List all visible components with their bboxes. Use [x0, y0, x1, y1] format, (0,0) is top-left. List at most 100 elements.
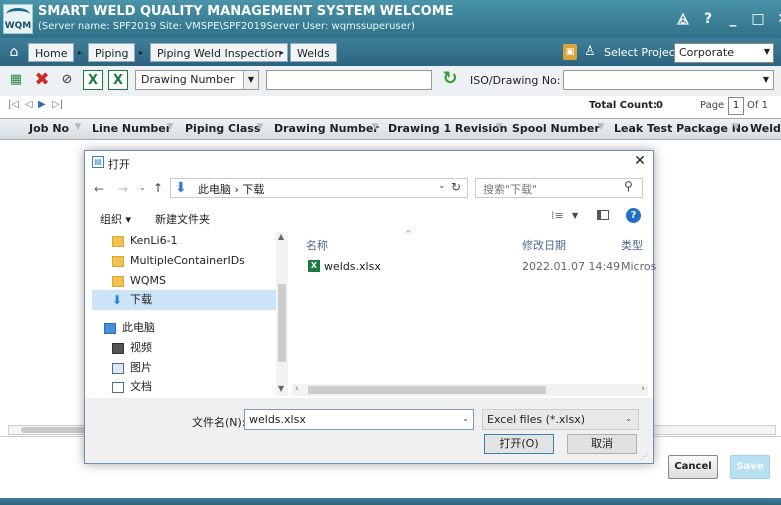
home-icon[interactable]: ⌂: [5, 44, 23, 60]
column-header[interactable]: Leak Test Package No: [614, 122, 749, 135]
file-list-scrollbar[interactable]: ‹ ›: [292, 384, 648, 396]
preview-pane-icon[interactable]: [597, 210, 609, 220]
refresh-icon[interactable]: ↻: [440, 69, 460, 89]
filter-icon[interactable]: ▼: [596, 122, 606, 132]
up-icon[interactable]: ↑: [153, 181, 163, 195]
filter-icon[interactable]: ▼: [494, 122, 504, 132]
next-page-icon[interactable]: ▶: [38, 99, 46, 110]
app-title-text: SMART WELD QUALITY MANAGEMENT SYSTEM: [38, 4, 376, 19]
column-header[interactable]: Piping Class: [185, 122, 260, 135]
chevron-down-icon[interactable]: ⌄: [438, 181, 446, 191]
column-header[interactable]: Drawing 1 Revision: [388, 122, 508, 135]
download-icon: ⬇: [175, 180, 187, 196]
refresh-icon[interactable]: ↻: [451, 180, 461, 194]
maximize-button[interactable]: □: [750, 11, 766, 27]
close-button[interactable]: ✕: [775, 11, 781, 27]
settings-icon[interactable]: [675, 11, 691, 27]
clear-filter-icon[interactable]: ⊘: [57, 70, 77, 90]
help-button[interactable]: ?: [700, 11, 716, 27]
save-button[interactable]: Save: [730, 455, 770, 479]
address-path[interactable]: 此电脑 › 下载: [198, 181, 264, 197]
chevron-down-icon[interactable]: ▼: [572, 211, 578, 220]
breadcrumb-home[interactable]: Home: [28, 43, 75, 62]
filter-icon[interactable]: ▼: [370, 122, 380, 132]
breadcrumb-piping[interactable]: Piping: [88, 43, 136, 62]
back-icon[interactable]: ←: [94, 182, 104, 196]
breadcrumb-separator: ▸: [280, 48, 285, 57]
page-number-input[interactable]: 1: [728, 97, 744, 115]
breadcrumb-welds[interactable]: Welds: [290, 43, 337, 62]
filetype-value: Excel files (*.xlsx): [487, 413, 586, 426]
new-folder-button[interactable]: 新建文件夹: [155, 211, 210, 227]
file-name[interactable]: welds.xlsx: [324, 260, 381, 273]
page-total: Of 1: [747, 100, 768, 111]
add-grid-icon[interactable]: ▦: [6, 70, 26, 90]
dialog-close-button[interactable]: ✕: [632, 153, 648, 169]
scrollbar-thumb[interactable]: [308, 386, 546, 394]
filename-label: 文件名(N):: [192, 416, 246, 429]
column-header-type[interactable]: 类型: [621, 237, 643, 253]
view-options-icon[interactable]: ⁞≡: [551, 209, 564, 222]
column-header[interactable]: Drawing Number: [274, 122, 379, 135]
filter-icon[interactable]: ▼: [165, 122, 175, 132]
filter-field-select[interactable]: Drawing Number ▼: [135, 70, 259, 90]
column-header[interactable]: Line Number: [92, 122, 171, 135]
project-value: Corporate: [679, 46, 734, 59]
scroll-right-icon[interactable]: ›: [641, 384, 645, 394]
chevron-down-icon[interactable]: ⌄: [462, 414, 469, 423]
filename-input[interactable]: welds.xlsx ⌄: [244, 409, 474, 430]
filetype-select[interactable]: Excel files (*.xlsx) ⌄: [482, 409, 639, 430]
iso-drawing-select[interactable]: ▼: [563, 70, 774, 90]
column-header[interactable]: Job No: [29, 122, 69, 135]
nav-item-kenli6-1[interactable]: KenLi6-1: [100, 231, 272, 251]
filter-icon[interactable]: ▼: [731, 122, 741, 132]
nav-item-label: MultipleContainerIDs: [130, 254, 245, 267]
welcome-text: WELCOME: [379, 4, 454, 19]
window-controls: ? _ □ ✕: [675, 8, 781, 30]
help-icon[interactable]: ?: [626, 208, 641, 223]
project-select[interactable]: Corporate ▼: [674, 43, 774, 63]
excel-export-icon[interactable]: X: [108, 70, 128, 90]
excel-import-icon[interactable]: X: [83, 70, 103, 90]
cancel-button[interactable]: Cancel: [668, 455, 718, 479]
scrollbar-thumb[interactable]: [278, 284, 286, 362]
filter-icon[interactable]: ▼: [255, 122, 265, 132]
nav-item-videos[interactable]: 视频: [100, 338, 272, 358]
nav-item-this-pc[interactable]: 此电脑: [92, 318, 264, 338]
breadcrumb-piping-weld-inspection[interactable]: Piping Weld Inspection: [150, 43, 289, 62]
search-icon[interactable]: ⚲: [624, 179, 633, 193]
user-icon[interactable]: ♙: [583, 44, 597, 60]
nav-item-pictures[interactable]: 图片: [100, 358, 272, 378]
delete-icon[interactable]: ✖: [32, 70, 52, 90]
nav-pane-scrollbar[interactable]: ▲ ▼: [276, 232, 288, 396]
open-button[interactable]: 打开(O): [484, 434, 554, 454]
project-label: Select Project:: [604, 46, 683, 59]
lock-icon[interactable]: ▣: [563, 44, 577, 60]
scroll-up-icon[interactable]: ▲: [278, 232, 284, 241]
filter-icon[interactable]: ▼: [73, 122, 83, 132]
total-count-label: Total Count:: [589, 100, 658, 111]
nav-item-multiplecontainerids[interactable]: MultipleContainerIDs: [100, 251, 272, 271]
dialog-cancel-button[interactable]: 取消: [567, 434, 637, 454]
file-date: 2022.01.07 14:49: [522, 260, 621, 273]
column-header[interactable]: Weld: [750, 122, 781, 135]
chevron-down-icon: ▼: [763, 47, 770, 56]
minimize-button[interactable]: _: [725, 11, 741, 27]
first-page-icon[interactable]: |◁: [8, 99, 19, 110]
last-page-icon[interactable]: ▷|: [52, 99, 63, 110]
organize-menu[interactable]: 组织 ▾: [100, 211, 131, 227]
prev-page-icon[interactable]: ◁: [25, 99, 33, 110]
column-header-name[interactable]: 名称: [306, 237, 328, 253]
forward-icon[interactable]: →: [118, 182, 128, 196]
filter-value-input[interactable]: [266, 70, 432, 90]
column-header-date[interactable]: 修改日期: [522, 237, 566, 253]
nav-item-documents[interactable]: 文档: [100, 377, 272, 397]
nav-item-wqms[interactable]: WQMS: [100, 271, 272, 291]
dialog-title: 打开: [108, 158, 130, 171]
column-header[interactable]: Spool Number: [512, 122, 600, 135]
resize-grip-icon[interactable]: ⋰: [640, 452, 648, 461]
scroll-left-icon[interactable]: ‹: [295, 384, 299, 394]
scroll-down-icon[interactable]: ▼: [278, 384, 284, 393]
recent-locations-icon[interactable]: ⌄: [139, 183, 146, 192]
nav-item-downloads[interactable]: ⬇ 下载: [100, 290, 272, 310]
